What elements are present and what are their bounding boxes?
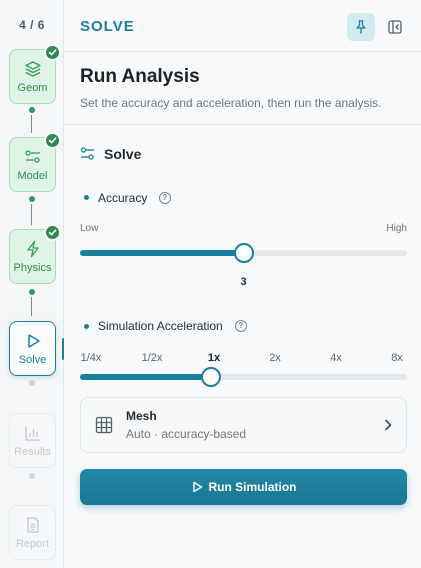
step-label: Report	[15, 537, 50, 550]
acceleration-option[interactable]: 2x	[260, 352, 290, 364]
pin-icon	[356, 20, 366, 34]
acceleration-option[interactable]: 1/2x	[137, 352, 167, 364]
help-icon[interactable]: ?	[159, 192, 171, 204]
accuracy-min-label: Low	[80, 223, 99, 234]
check-icon	[44, 224, 61, 241]
acceleration-slider-thumb[interactable]	[201, 367, 221, 387]
step-connector-dot	[29, 107, 35, 113]
lightning-icon	[26, 240, 39, 257]
mesh-title: Mesh	[126, 409, 157, 423]
acceleration-slider-fill	[80, 374, 211, 380]
accuracy-slider-fill	[80, 250, 244, 256]
step-connector-dot	[29, 380, 35, 386]
sliders-icon	[24, 149, 40, 163]
mesh-settings-row[interactable]: Mesh Auto · accuracy-based	[80, 397, 407, 453]
accuracy-slider-thumb[interactable]	[234, 243, 254, 263]
bar-chart-icon	[24, 425, 40, 441]
step-label: Model	[17, 169, 48, 182]
step-connector-dot	[29, 196, 35, 202]
accuracy-max-label: High	[386, 223, 407, 234]
acceleration-option[interactable]: 8x	[382, 352, 412, 364]
step-label: Results	[14, 445, 51, 458]
acceleration-label: Simulation Acceleration	[98, 319, 223, 333]
step-connector-line	[31, 115, 32, 133]
check-icon	[44, 132, 61, 149]
step-geom[interactable]: Geom	[9, 44, 61, 104]
section-title: Solve	[104, 146, 142, 162]
pin-button[interactable]	[347, 13, 375, 41]
panel-header: SOLVE	[64, 0, 421, 52]
step-label: Solve	[18, 353, 47, 366]
accuracy-slider[interactable]	[80, 243, 407, 263]
solve-panel: SOLVE Run Analysis Set the accuracy and …	[64, 0, 421, 568]
run-simulation-label: Run Simulation	[208, 480, 297, 494]
document-icon	[26, 516, 39, 533]
field-bullet	[84, 324, 89, 329]
mesh-subtitle: Auto · accuracy-based	[126, 427, 247, 441]
acceleration-slider[interactable]	[80, 367, 407, 387]
step-rail: 4 / 6 Geom Model Physics Solve Results R…	[0, 0, 64, 568]
run-simulation-button[interactable]: Run Simulation	[80, 469, 407, 505]
accuracy-label: Accuracy	[98, 191, 148, 205]
accuracy-value: 3	[240, 276, 247, 288]
step-results[interactable]: Results	[9, 413, 56, 468]
collapse-panel-icon	[388, 20, 402, 34]
play-icon	[192, 481, 202, 493]
collapse-panel-button[interactable]	[381, 13, 409, 41]
step-label: Physics	[13, 261, 52, 274]
acceleration-option-selected[interactable]: 1x	[199, 352, 229, 364]
check-icon	[44, 44, 61, 61]
step-connector-dot	[29, 473, 35, 479]
field-bullet	[84, 195, 89, 200]
acceleration-option[interactable]: 1/4x	[76, 352, 106, 364]
step-report[interactable]: Report	[9, 505, 56, 560]
sliders-icon	[80, 147, 94, 160]
step-connector-line	[31, 204, 32, 225]
chevron-right-icon	[385, 419, 392, 431]
step-model[interactable]: Model	[9, 132, 61, 192]
panel-title: SOLVE	[80, 18, 135, 35]
grid-icon	[95, 416, 113, 434]
step-solve[interactable]: Solve	[9, 321, 56, 376]
step-connector-line	[31, 297, 32, 316]
play-icon	[27, 333, 40, 348]
help-icon[interactable]: ?	[235, 320, 247, 332]
page-title: Run Analysis	[80, 66, 200, 87]
step-connector-dot	[29, 289, 35, 295]
step-counter: 4 / 6	[19, 18, 45, 32]
acceleration-option[interactable]: 4x	[321, 352, 351, 364]
divider	[64, 124, 421, 125]
layers-icon	[24, 60, 41, 77]
step-physics[interactable]: Physics	[9, 224, 61, 284]
step-label: Geom	[17, 81, 48, 94]
page-subtitle: Set the accuracy and acceleration, then …	[80, 96, 382, 110]
